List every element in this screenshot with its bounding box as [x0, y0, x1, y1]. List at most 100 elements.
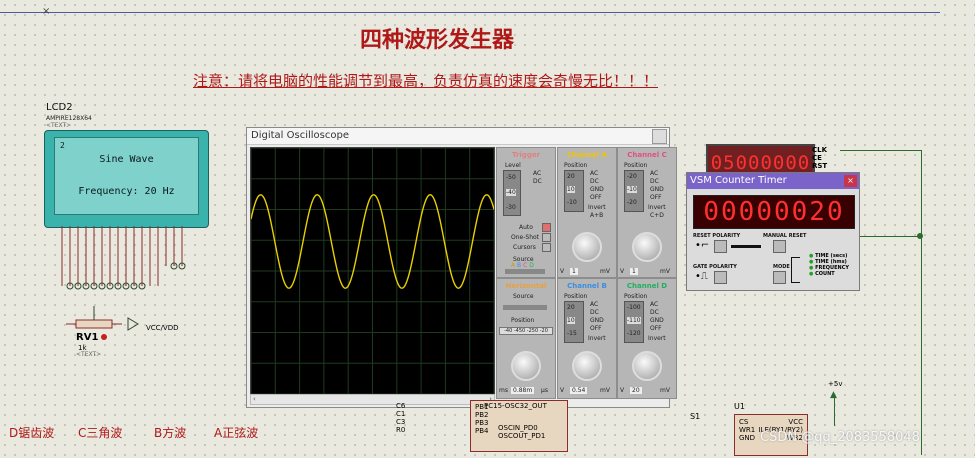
channel-position-slider[interactable]: 20 10 -10	[564, 170, 584, 212]
invert-label: Invert	[588, 204, 606, 211]
invert-label: Invert	[648, 335, 666, 342]
horizontal-readout: 0.88m	[511, 387, 535, 394]
vsm-close-button[interactable]: ×	[844, 175, 857, 187]
pot-text-tag: <TEXT>	[76, 351, 102, 358]
close-button[interactable]	[652, 129, 667, 144]
mode-bracket	[791, 257, 800, 283]
channel-position-slider[interactable]: 20 10 -15	[564, 301, 584, 343]
ac-option[interactable]: AC	[650, 301, 664, 309]
source-b[interactable]: B	[517, 262, 521, 269]
off-option[interactable]: OFF	[590, 325, 604, 333]
vsm-counter-window[interactable]: VSM Counter Timer × 00000020 RESET POLAR…	[686, 172, 860, 291]
lcd-line-1: Sine Wave	[99, 154, 154, 165]
source-a[interactable]: A	[511, 262, 515, 269]
horizontal-position-label: Position	[511, 317, 535, 324]
off-option[interactable]: OFF	[590, 194, 604, 202]
trigger-title: Trigger	[511, 151, 541, 159]
horizontal-knob[interactable]	[511, 351, 541, 381]
osc-pin-label: PC15-OSC32_OUT	[484, 402, 547, 410]
ac-option[interactable]: AC	[590, 170, 604, 178]
channel-knob[interactable]	[632, 232, 662, 262]
lcd-pin-header	[61, 226, 186, 290]
mode-button[interactable]	[773, 271, 786, 284]
channel-position-slider[interactable]: -100 -110 -120	[624, 301, 644, 343]
dc-option[interactable]: DC	[590, 178, 604, 186]
source-c[interactable]: C	[523, 262, 527, 269]
auto-button[interactable]	[542, 223, 551, 232]
source-slider[interactable]	[505, 269, 545, 274]
channel-tick: 10	[567, 186, 575, 193]
pulse-icon: •⎍	[695, 271, 708, 282]
label-sine: A正弦波	[214, 426, 259, 440]
dc-option[interactable]: DC	[590, 309, 604, 317]
lcd-module[interactable]: 2 Sine Wave Frequency: 20 Hz	[44, 130, 209, 228]
ac-option[interactable]: AC	[650, 170, 664, 178]
close-mark-icon[interactable]: ×	[42, 6, 50, 17]
lcd-screen-index: 2	[60, 141, 65, 150]
pin-label: WR1	[739, 426, 756, 434]
channel-knob[interactable]	[572, 232, 602, 262]
osc-in-out-labels: OSCIN_PD0 OSCOUT_PD1	[498, 424, 545, 440]
scroll-left-icon[interactable]: ‹	[251, 395, 256, 403]
ce-pin: CE	[812, 154, 822, 162]
gnd-option[interactable]: GND	[650, 186, 664, 194]
pin-label: PB3	[475, 419, 489, 427]
channel-position-label: Position	[624, 162, 648, 169]
channel-tick: -100	[627, 304, 641, 311]
cursors-button[interactable]	[542, 243, 551, 252]
manual-reset-button[interactable]	[773, 240, 786, 253]
supply-5v-label: +5v	[828, 380, 843, 388]
dc-option[interactable]: DC	[650, 178, 664, 186]
pin-label: GND	[739, 434, 756, 442]
channel-readout: 1	[630, 268, 638, 275]
pin-label: PB4	[475, 427, 489, 435]
channel-position-slider[interactable]: -20 -10 -20	[624, 170, 644, 212]
label-square: B方波	[154, 426, 187, 440]
oscilloscope-window[interactable]: Digital Oscilloscope ‹ › Trigger Level -5…	[246, 127, 677, 408]
horizontal-position-readout[interactable]: -40 -450 -250 -20	[499, 327, 553, 335]
pin-label: C6	[396, 402, 406, 410]
scope-scrollbar[interactable]: ‹ ›	[250, 394, 495, 405]
gnd-option[interactable]: GND	[650, 317, 664, 325]
sum-label: A+B	[590, 212, 604, 219]
level-slider[interactable]: -50 -40 -30	[503, 170, 521, 216]
channel-tick: 20	[567, 304, 575, 311]
source-d[interactable]: D	[529, 262, 534, 269]
top-border-line	[0, 12, 940, 13]
unit-label: mV	[600, 268, 610, 275]
off-option[interactable]: OFF	[650, 325, 664, 333]
gate-polarity-button[interactable]	[714, 271, 727, 284]
lcd-screen: 2 Sine Wave Frequency: 20 Hz	[54, 137, 199, 215]
warning-text: 注意：请将电脑的性能调节到最高，负责仿真的速度会奇慢无比！！！	[193, 72, 659, 90]
ac-option[interactable]: AC	[590, 301, 604, 309]
vsm-title[interactable]: VSM Counter Timer	[687, 173, 859, 189]
channel-tick: -120	[627, 330, 641, 337]
mcu-left-pins: C6 C1 C3 R0	[396, 402, 405, 434]
channel-coupling: AC DC GND OFF	[650, 170, 664, 202]
oscilloscope-titlebar[interactable]: Digital Oscilloscope	[247, 128, 669, 145]
channel-knob[interactable]	[632, 351, 662, 381]
gnd-option[interactable]: GND	[590, 317, 604, 325]
channel-knob[interactable]	[572, 351, 602, 381]
level-tick-3: -30	[506, 204, 516, 211]
reset-polarity-button[interactable]	[714, 240, 727, 253]
channel-position-label: Position	[564, 162, 588, 169]
reset-indicator-bar	[731, 245, 761, 248]
oneshot-button[interactable]	[542, 233, 551, 242]
gnd-option[interactable]: GND	[590, 186, 604, 194]
horizontal-panel: Horizontal Source Position -40 -450 -250…	[496, 278, 556, 399]
auto-label: Auto	[519, 224, 533, 231]
volt-label: V	[560, 268, 565, 275]
off-option[interactable]: OFF	[650, 194, 664, 202]
rising-edge-icon: •⌐	[695, 240, 710, 251]
unit-label: mV	[660, 387, 670, 394]
channel-tick: -10	[627, 186, 637, 193]
channel-panel-3: Channel D Position -100 -110 -120 AC DC GND OFF I…	[617, 278, 677, 399]
lcd-text-tag: <TEXT>	[46, 122, 72, 129]
horizontal-source-slider[interactable]	[503, 305, 547, 310]
channel-readout: 1	[570, 268, 578, 275]
rst-pin: RST	[812, 162, 828, 170]
channel-position-label: Position	[564, 293, 588, 300]
dc-option[interactable]: DC	[650, 309, 664, 317]
trigger-ac-label: AC	[533, 170, 542, 177]
